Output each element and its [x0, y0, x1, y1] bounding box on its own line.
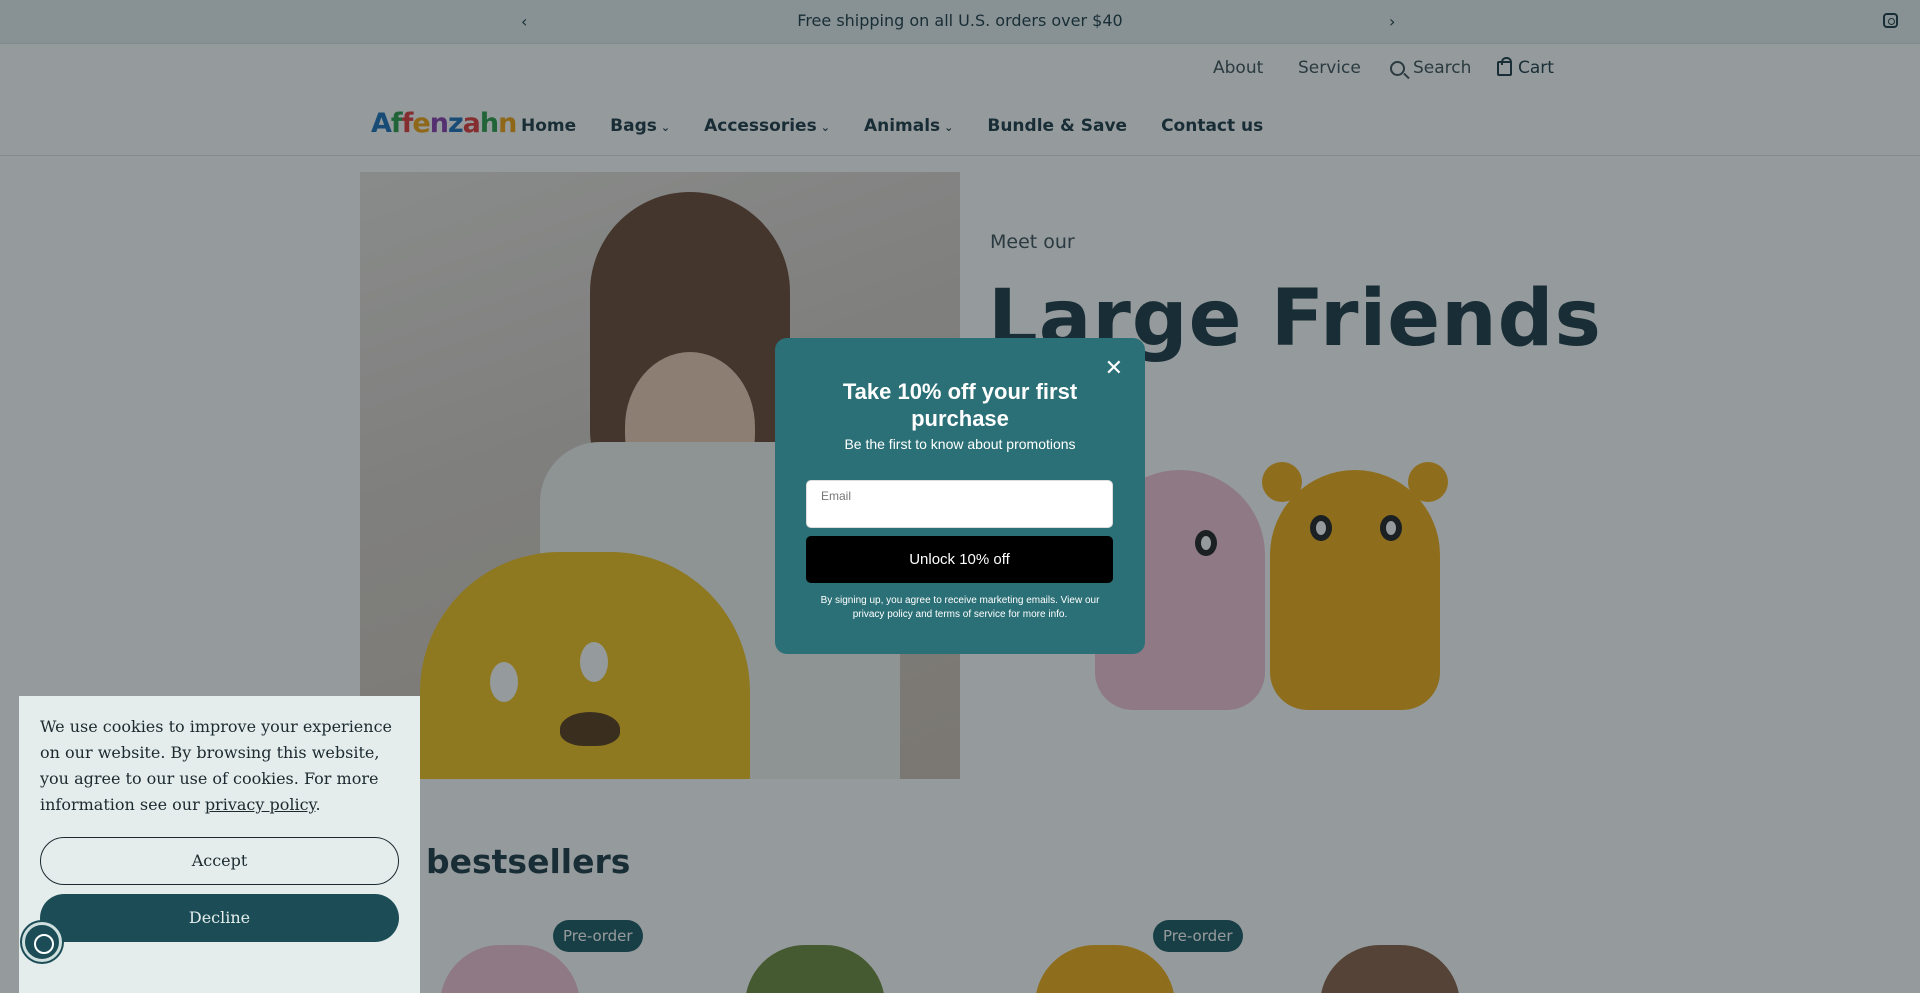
email-field[interactable]: Email: [806, 480, 1113, 528]
cookie-message-end: .: [315, 795, 321, 814]
cookie-banner: We use cookies to improve your experienc…: [19, 696, 420, 993]
privacy-policy-link[interactable]: privacy policy: [205, 795, 316, 814]
accessibility-icon[interactable]: [22, 922, 62, 962]
unlock-discount-button[interactable]: Unlock 10% off: [806, 536, 1113, 583]
decline-cookies-button[interactable]: Decline: [40, 894, 399, 942]
newsletter-popup: ✕ Take 10% off your first purchase Be th…: [775, 338, 1145, 654]
accept-cookies-button[interactable]: Accept: [40, 837, 399, 885]
close-icon[interactable]: ✕: [1105, 358, 1123, 380]
popup-title: Take 10% off your first purchase: [842, 379, 1078, 431]
popup-subtitle: Be the first to know about promotions: [844, 436, 1076, 452]
cookie-text: We use cookies to improve your experienc…: [40, 714, 410, 818]
popup-legal-text: By signing up, you agree to receive mark…: [820, 595, 1100, 620]
